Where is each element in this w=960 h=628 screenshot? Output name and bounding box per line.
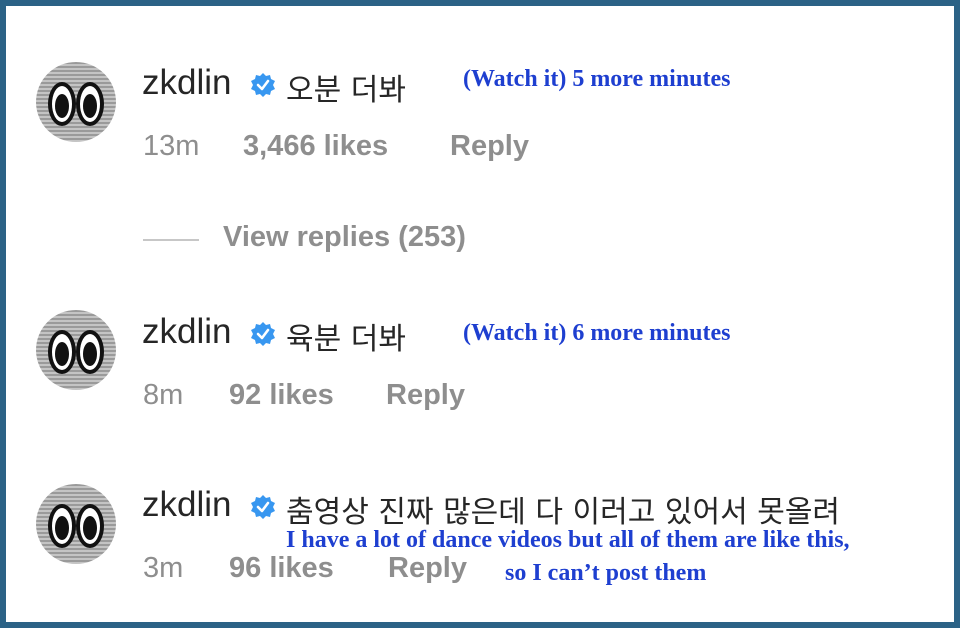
comment-time: 3m bbox=[143, 552, 184, 584]
username[interactable]: zkdlin bbox=[142, 485, 231, 525]
comment-time: 13m bbox=[143, 130, 200, 162]
translation-text-line-2: so I can’t post them bbox=[505, 560, 707, 586]
avatar-eye-right bbox=[76, 504, 104, 548]
username[interactable]: zkdlin bbox=[142, 312, 231, 352]
translation-text: (Watch it) 5 more minutes bbox=[463, 66, 731, 92]
comment-time: 8m bbox=[143, 379, 184, 411]
verified-badge-icon bbox=[251, 322, 275, 346]
avatar[interactable] bbox=[36, 62, 116, 142]
verified-badge-icon bbox=[251, 495, 275, 519]
reply-button[interactable]: Reply bbox=[388, 552, 467, 585]
avatar-eye-left bbox=[48, 504, 76, 548]
avatar-eye-right bbox=[76, 330, 104, 374]
comment-text: 춤영상 진짜 많은데 다 이러고 있어서 못올려 bbox=[286, 495, 841, 530]
avatar-eye-right bbox=[76, 82, 104, 126]
avatar[interactable] bbox=[36, 484, 116, 564]
avatar-eye-left bbox=[48, 330, 76, 374]
view-replies-button[interactable]: View replies (253) bbox=[223, 221, 466, 254]
verified-badge-icon bbox=[251, 73, 275, 97]
translation-text-line-1: I have a lot of dance videos but all of … bbox=[286, 527, 850, 553]
avatar-eye-left bbox=[48, 82, 76, 126]
likes-count[interactable]: 92 likes bbox=[229, 379, 334, 412]
username[interactable]: zkdlin bbox=[142, 63, 231, 103]
comment-text: 육분 더봐 bbox=[286, 322, 406, 357]
likes-count[interactable]: 3,466 likes bbox=[243, 130, 388, 163]
reply-button[interactable]: Reply bbox=[386, 379, 465, 412]
avatar[interactable] bbox=[36, 310, 116, 390]
comment-text: 오분 더봐 bbox=[286, 73, 406, 108]
reply-button[interactable]: Reply bbox=[450, 130, 529, 163]
translation-text: (Watch it) 6 more minutes bbox=[463, 320, 731, 346]
likes-count[interactable]: 96 likes bbox=[229, 552, 334, 585]
view-replies-divider bbox=[143, 239, 199, 241]
screenshot-frame: zkdlin 오분 더봐 (Watch it) 5 more minutes 1… bbox=[0, 0, 960, 628]
